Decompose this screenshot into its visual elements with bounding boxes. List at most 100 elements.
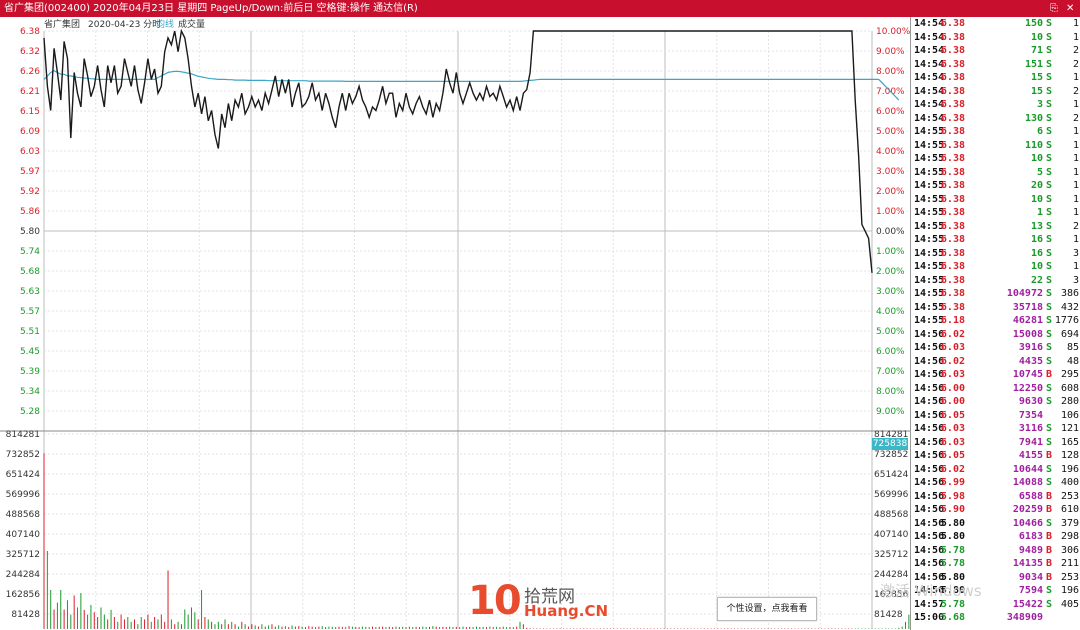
tick-price: 6.02 [940,328,965,340]
tick-price: 6.38 [940,247,965,259]
tick-side: S [1046,99,1053,110]
tick-row: 14:55 6.38 10 S 1 [911,152,1080,166]
price-tick-label: 6.38 [20,27,40,37]
vol-tick-label-left: 488568 [6,510,41,520]
tick-price: 6.38 [940,99,965,110]
tick-time: 14:56 [914,477,945,488]
tick-time: 14:55 [914,153,945,164]
tick-price: 6.38 [940,288,965,299]
price-tick-label: 6.15 [20,107,40,117]
tick-side: S [1046,180,1053,191]
tick-count: 196 [1060,585,1079,596]
tick-price: 6.00 [940,382,965,394]
tick-price: 6.38 [940,112,965,124]
tick-price: 5.78 [940,544,965,556]
tick-time: 14:54 [914,18,945,29]
tick-row: 15:00 5.68 348909 [911,611,1080,625]
tick-side: S [1046,598,1053,610]
tick-price: 6.38 [940,85,965,97]
tick-price: 5.90 [940,504,965,515]
tick-row: 14:55 6.38 6 S 1 [911,125,1080,139]
tick-side: S [1046,315,1053,326]
tick-side: S [1046,274,1053,286]
tick-row: 14:55 6.38 110 S 1 [911,139,1080,153]
tick-time: 14:56 [914,544,945,556]
tick-price: 6.18 [940,315,965,326]
tick-count: 2 [1072,112,1079,124]
settings-tooltip-button[interactable]: 个性设置，点我看看 [717,597,817,621]
tick-row: 14:56 6.03 3916 S 85 [911,341,1080,355]
tick-volume: 10644 [1012,463,1043,475]
tick-count: 106 [1060,409,1079,421]
tick-time: 14:56 [914,382,945,394]
tick-volume: 9034 [1018,571,1043,583]
tick-volume: 20 [1030,180,1043,191]
tick-price: 6.05 [940,409,965,421]
tick-volume: 16 [1030,247,1043,259]
tick-row: 14:55 6.38 13 S 2 [911,220,1080,234]
tick-side: B [1046,490,1053,502]
tick-side: B [1046,504,1053,515]
tick-side: B [1046,544,1053,556]
tick-count: 379 [1060,517,1079,529]
tick-volume: 4155 [1018,450,1043,461]
intraday-chart[interactable]: 6.38 6.32 6.26 6.21 6.15 6.09 6.03 5.97 5.92 5.86… [0,17,910,630]
tick-price: 6.38 [940,220,965,232]
tick-time: 14:54 [914,99,945,110]
tick-time: 14:56 [914,409,945,421]
tick-row: 14:56 5.78 14135 B 211 [911,557,1080,571]
tick-count: 2 [1072,85,1079,97]
tick-volume: 104972 [1006,288,1043,299]
tick-count: 3 [1072,274,1079,286]
tick-volume: 7941 [1018,436,1043,448]
tick-count: 694 [1060,328,1079,340]
tick-volume: 3116 [1018,423,1043,434]
tick-row: 14:54 6.38 15 S 2 [911,85,1080,99]
tick-count: 306 [1060,544,1079,556]
tick-volume: 3916 [1018,342,1043,353]
vol-tick-label-left: 407140 [6,530,41,540]
tick-price: 6.38 [940,166,965,178]
tick-count: 1 [1072,166,1079,178]
tick-row: 14:54 6.38 150 S 1 [911,17,1080,31]
tick-volume: 10 [1030,153,1043,164]
tick-side: S [1046,288,1053,299]
pct-tick-label: 0.00% [876,227,905,237]
tick-side: S [1046,112,1053,124]
tick-volume: 10 [1030,31,1043,43]
tick-row: 14:56 6.03 7941 S 165 [911,436,1080,450]
tick-count: 1 [1072,126,1079,137]
tick-count: 280 [1060,396,1079,407]
tick-row: 14:55 6.38 22 S 3 [911,274,1080,288]
pct-tick-label: 6.00% [876,107,905,117]
tick-volume: 14135 [1012,558,1043,569]
vol-tick-label-left: 569996 [6,490,41,500]
tick-price: 6.03 [940,423,965,434]
tick-side: S [1046,166,1053,178]
restore-icon[interactable]: ⎘ [1050,0,1058,17]
tick-row: 14:55 6.38 16 S 3 [911,247,1080,261]
tick-time: 14:55 [914,180,945,191]
tick-side: S [1046,31,1053,43]
price-tick-label: 5.57 [20,307,40,317]
tick-count: 253 [1060,571,1079,583]
close-icon[interactable]: ✕ [1066,0,1074,17]
tick-time: 14:55 [914,301,945,313]
price-tick-label: 6.09 [20,127,40,137]
tick-volume: 71 [1030,45,1043,56]
tick-row: 14:55 6.38 5 S 1 [911,166,1080,180]
tick-list[interactable]: 14:54 6.38 150 S 1 14:54 6.38 10 S 1 14:54 6.38 71 S 2… [910,17,1080,630]
tick-side: S [1046,342,1053,353]
tick-time: 14:55 [914,234,945,245]
tick-time: 14:56 [914,517,945,529]
tick-price: 6.38 [940,31,965,43]
tick-side: B [1046,450,1053,461]
tick-time: 15:00 [914,612,945,623]
tick-row: 14:55 6.38 35718 S 432 [911,301,1080,315]
price-tick-label: 5.39 [20,367,40,377]
tick-count: 3 [1072,247,1079,259]
tick-time: 14:54 [914,85,945,97]
pct-tick-label: 8.00% [876,67,905,77]
intraday-chart-panel[interactable]: 6.38 6.32 6.26 6.21 6.15 6.09 6.03 5.97 5.92 5.86… [0,17,910,630]
tick-count: 196 [1060,463,1079,475]
